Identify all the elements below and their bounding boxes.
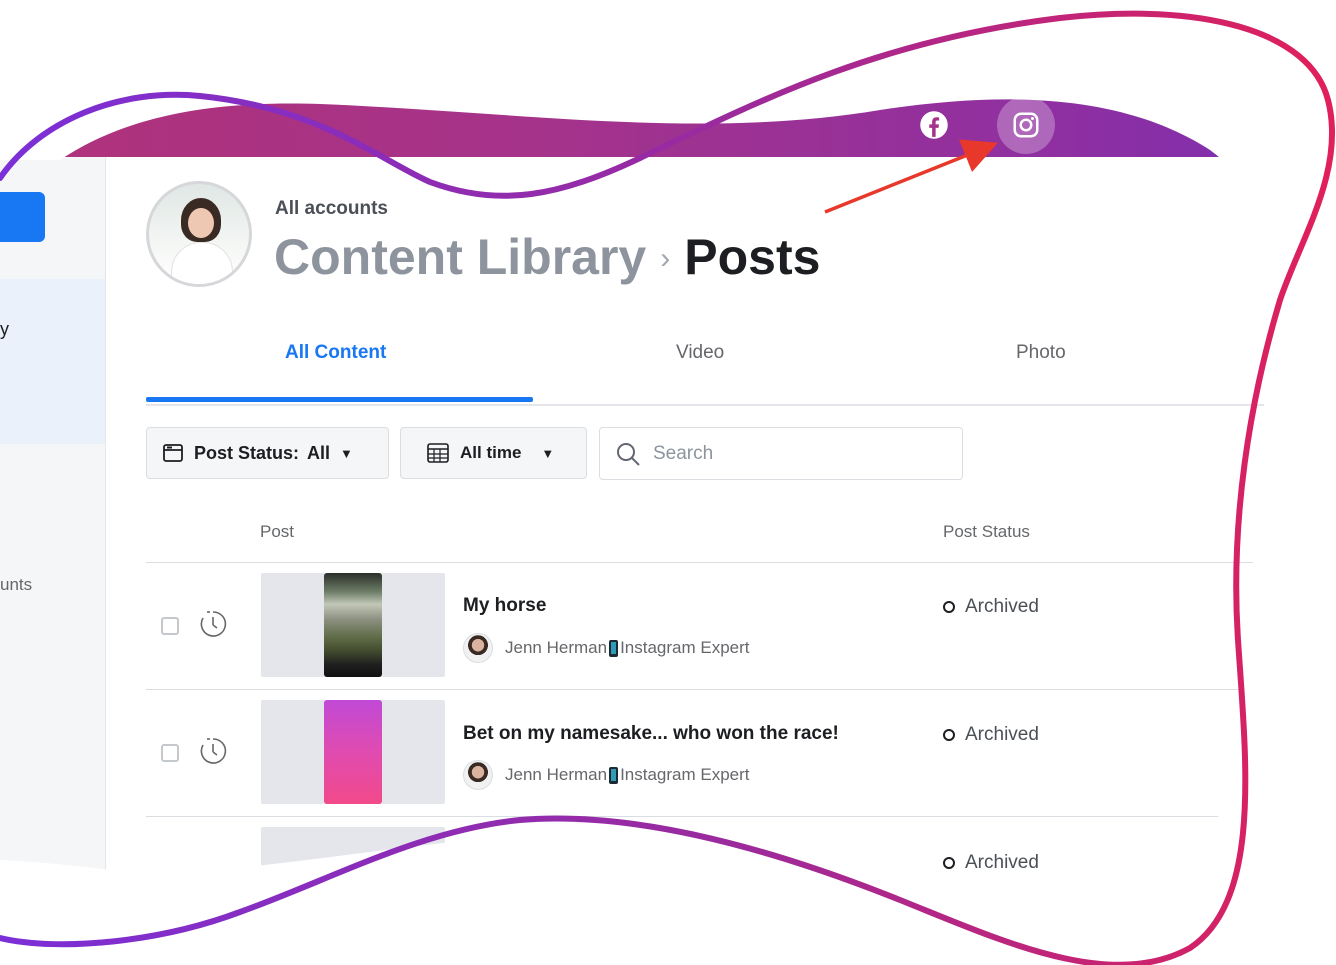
screenshot-stage: y unts All accounts Content Library › Post… bbox=[0, 0, 1336, 965]
decorative-outline bbox=[0, 10, 1335, 965]
